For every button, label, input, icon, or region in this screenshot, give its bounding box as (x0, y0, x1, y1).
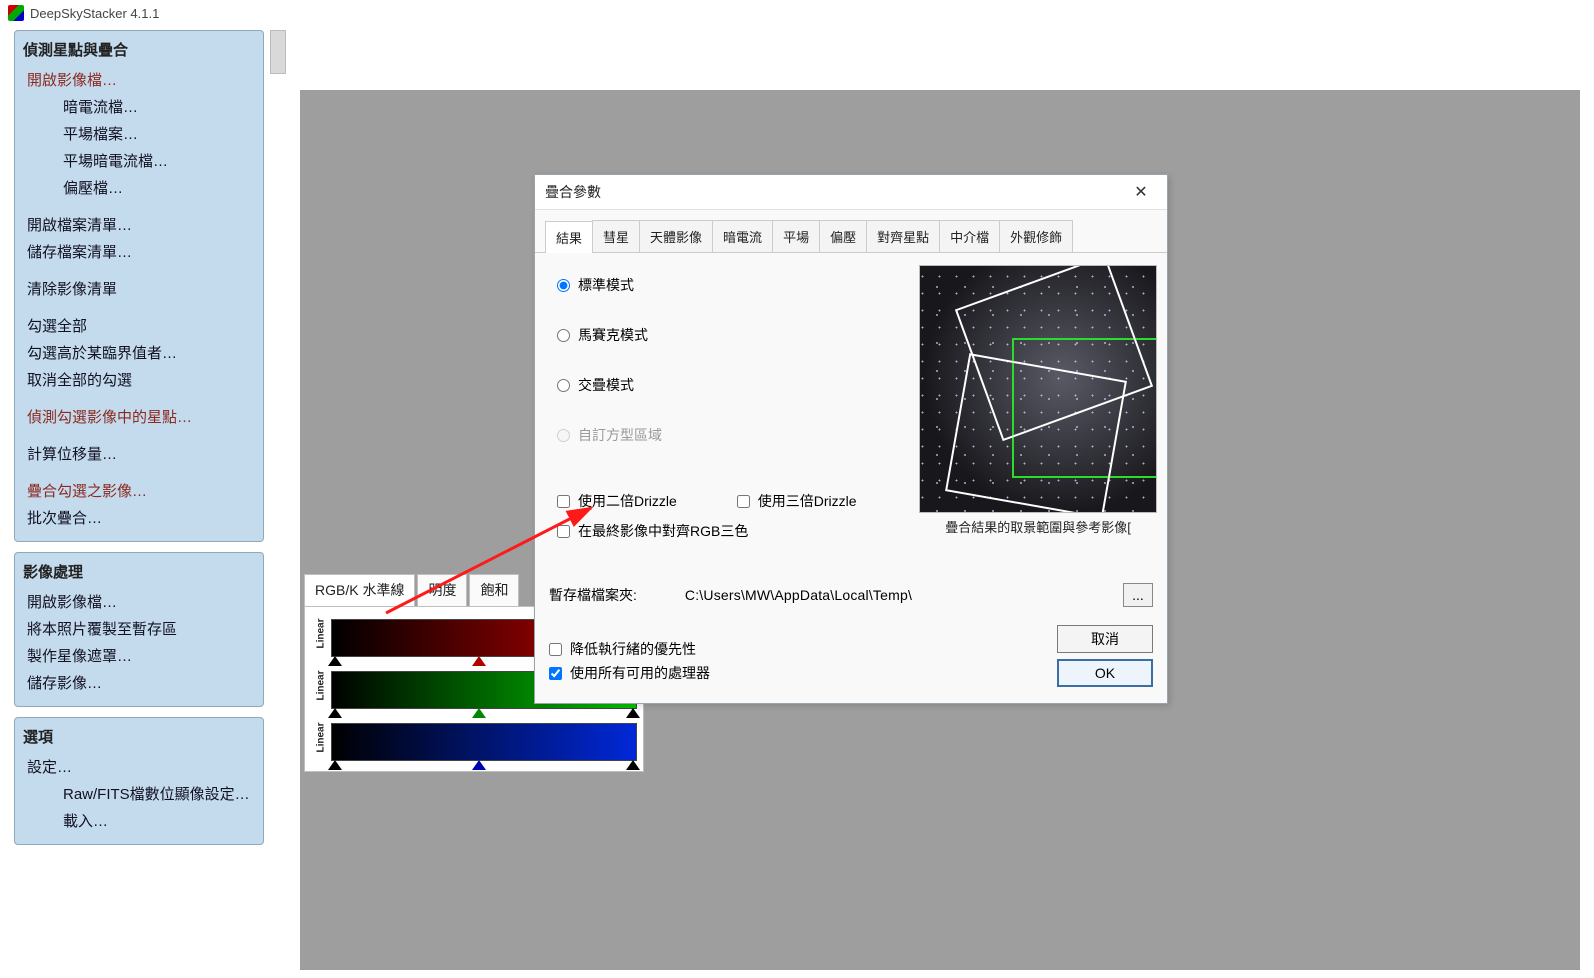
dtab-result[interactable]: 結果 (545, 221, 593, 253)
preview-caption: 疊合結果的取景範圍與參考影像[ (919, 517, 1157, 536)
check-drizzle2x[interactable] (557, 495, 570, 508)
sidebar-item-uncheck-all[interactable]: 取消全部的勾選 (23, 366, 255, 393)
radio-overlay[interactable] (557, 379, 570, 392)
sidebar-item-save-list[interactable]: 儲存檔案清單… (23, 238, 255, 265)
check-lowpriority[interactable] (549, 643, 562, 656)
tab-brightness[interactable]: 明度 (417, 574, 467, 606)
marker-blue-mid[interactable] (472, 760, 486, 770)
check-allcpus-row[interactable]: 使用所有可用的處理器 (549, 663, 710, 683)
panel-title-1: 偵測星點與疊合 (23, 37, 255, 66)
dialog-tabs: 結果 彗星 天體影像 暗電流 平場 偏壓 對齊星點 中介檔 外觀修飾 (535, 210, 1167, 253)
app-title: DeepSkyStacker 4.1.1 (30, 6, 159, 21)
sidebar-item-check-threshold[interactable]: 勾選高於某臨界值者… (23, 339, 255, 366)
dialog-titlebar: 疊合參數 ✕ (535, 175, 1167, 210)
panel-title-3: 選項 (23, 724, 255, 753)
tab-saturation[interactable]: 飽和 (469, 574, 519, 606)
stacking-params-dialog: 疊合參數 ✕ 結果 彗星 天體影像 暗電流 平場 偏壓 對齊星點 中介檔 外觀修… (534, 174, 1168, 704)
check-allcpus[interactable] (549, 667, 562, 680)
temp-folder-label: 暫存檔檔案夾: (549, 585, 637, 605)
close-icon[interactable]: ✕ (1125, 181, 1157, 203)
sidebar-item-ip-mask[interactable]: 製作星像遮罩… (23, 642, 255, 669)
marker-red-low[interactable] (328, 656, 342, 666)
sidebar-item-bias[interactable]: 偏壓檔… (23, 174, 255, 201)
sidebar-item-load[interactable]: 載入… (23, 807, 255, 834)
marker-blue-low[interactable] (328, 760, 342, 770)
radio-overlay-label: 交疊模式 (578, 375, 634, 395)
preview-frame-b (945, 353, 1127, 513)
sidebar-item-open-list[interactable]: 開啟檔案清單… (23, 211, 255, 238)
sidebar-item-flat[interactable]: 平場檔案… (23, 120, 255, 147)
panel-title-2: 影像處理 (23, 559, 255, 588)
dtab-cosmetic[interactable]: 外觀修飾 (999, 220, 1073, 252)
check-allcpus-label: 使用所有可用的處理器 (570, 663, 710, 683)
cancel-button[interactable]: 取消 (1057, 625, 1153, 653)
sidebar-item-settings[interactable]: 設定… (23, 753, 255, 780)
marker-green-low[interactable] (328, 708, 342, 718)
browse-temp-button[interactable]: ... (1123, 583, 1153, 607)
sidebar: 偵測星點與疊合 開啟影像檔… 暗電流檔… 平場檔案… 平場暗電流檔… 偏壓檔… … (14, 30, 264, 855)
app-icon (8, 5, 24, 21)
panel-image-process: 影像處理 開啟影像檔… 將本照片覆製至暫存區 製作星像遮罩… 儲存影像… (14, 552, 264, 707)
marker-green-mid[interactable] (472, 708, 486, 718)
dtab-flat[interactable]: 平場 (772, 220, 820, 252)
sidebar-item-ip-save[interactable]: 儲存影像… (23, 669, 255, 696)
radio-standard[interactable] (557, 279, 570, 292)
marker-red-mid[interactable] (472, 656, 486, 666)
dtab-bias[interactable]: 偏壓 (819, 220, 867, 252)
sidebar-scrollbar[interactable] (270, 30, 286, 74)
dtab-align[interactable]: 對齊星點 (866, 220, 940, 252)
ok-button[interactable]: OK (1057, 659, 1153, 687)
check-drizzle3x[interactable] (737, 495, 750, 508)
tab-rgbk[interactable]: RGB/K 水準線 (304, 574, 415, 606)
dialog-body: 標準模式 馬賽克模式 交疊模式 自訂方型區域 使用二倍Drizzle 使用三倍D… (535, 253, 1167, 701)
check-lowpriority-row[interactable]: 降低執行緒的優先性 (549, 639, 710, 659)
check-lowpriority-label: 降低執行緒的優先性 (570, 639, 696, 659)
panel-detect-stack: 偵測星點與疊合 開啟影像檔… 暗電流檔… 平場檔案… 平場暗電流檔… 偏壓檔… … (14, 30, 264, 542)
sidebar-item-batch-stack[interactable]: 批次疊合… (23, 504, 255, 531)
sidebar-item-check-all[interactable]: 勾選全部 (23, 312, 255, 339)
stack-preview (919, 265, 1157, 513)
bottom-checks: 降低執行緒的優先性 使用所有可用的處理器 (549, 635, 710, 687)
sidebar-item-rawfits[interactable]: Raw/FITS檔數位顯像設定… (23, 780, 255, 807)
sidebar-item-clear-list[interactable]: 清除影像清單 (23, 275, 255, 302)
radio-mosaic[interactable] (557, 329, 570, 342)
sidebar-item-dark[interactable]: 暗電流檔… (23, 93, 255, 120)
ramp-label-red: Linear (316, 628, 327, 648)
sidebar-item-stack-checked[interactable]: 疊合勾選之影像… (23, 477, 255, 504)
radio-mosaic-label: 馬賽克模式 (578, 325, 648, 345)
check-drizzle3x-label: 使用三倍Drizzle (758, 491, 857, 511)
dialog-buttons: 取消 OK (1057, 625, 1153, 687)
check-rgbalign-label: 在最終影像中對齊RGB三色 (578, 521, 748, 541)
ramp-blue[interactable] (331, 723, 637, 761)
check-drizzle3x-row[interactable]: 使用三倍Drizzle (737, 491, 857, 511)
check-drizzle2x-label: 使用二倍Drizzle (578, 491, 677, 511)
check-drizzle2x-row[interactable]: 使用二倍Drizzle (557, 491, 677, 511)
ramp-label-blue: Linear (316, 732, 327, 752)
marker-green-high[interactable] (626, 708, 640, 718)
dtab-intermediate[interactable]: 中介檔 (939, 220, 1000, 252)
dtab-dark[interactable]: 暗電流 (712, 220, 773, 252)
dialog-title-text: 疊合參數 (545, 182, 601, 202)
titlebar: DeepSkyStacker 4.1.1 (0, 0, 1594, 26)
radio-custom (557, 429, 570, 442)
check-rgbalign[interactable] (557, 525, 570, 538)
sidebar-item-open-image[interactable]: 開啟影像檔… (23, 66, 255, 93)
ramp-label-green: Linear (316, 680, 327, 700)
dtab-light[interactable]: 天體影像 (639, 220, 713, 252)
sidebar-item-ip-copy[interactable]: 將本照片覆製至暫存區 (23, 615, 255, 642)
sidebar-item-ip-open[interactable]: 開啟影像檔… (23, 588, 255, 615)
marker-blue-high[interactable] (626, 760, 640, 770)
radio-custom-label: 自訂方型區域 (578, 425, 662, 445)
temp-folder-path: C:\Users\MW\AppData\Local\Temp\ (685, 587, 1123, 603)
dtab-comet[interactable]: 彗星 (592, 220, 640, 252)
sidebar-item-detect-stars[interactable]: 偵測勾選影像中的星點… (23, 403, 255, 430)
temp-folder-row: 暫存檔檔案夾: C:\Users\MW\AppData\Local\Temp\ … (549, 583, 1153, 607)
sidebar-item-flatdark[interactable]: 平場暗電流檔… (23, 147, 255, 174)
ramp-row-blue: Linear (311, 723, 637, 761)
sidebar-item-compute-offset[interactable]: 計算位移量… (23, 440, 255, 467)
radio-standard-label: 標準模式 (578, 275, 634, 295)
panel-options: 選項 設定… Raw/FITS檔數位顯像設定… 載入… (14, 717, 264, 845)
